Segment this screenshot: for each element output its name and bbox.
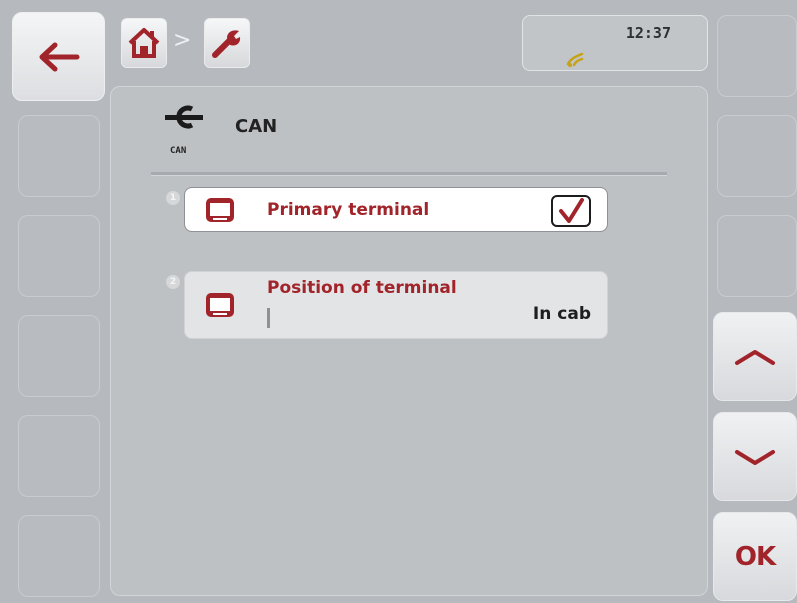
softkey-left-4[interactable] [18,315,100,397]
home-icon [128,28,160,58]
can-icon-caption: CAN [170,146,187,156]
row-index: 1 [166,191,180,205]
row-label: Primary terminal [267,200,430,220]
row-label: Position of terminal [267,278,457,298]
divider [151,172,667,176]
terminal-icon [206,293,234,317]
scroll-down-button[interactable] [713,412,797,501]
breadcrumb-home[interactable] [121,18,167,68]
scroll-up-button[interactable] [713,312,797,401]
list-item-primary-terminal[interactable]: Primary terminal [184,187,608,232]
wrench-icon [212,30,241,58]
ok-label: OK [734,541,776,572]
clock: 12:37 [625,24,671,42]
row-value: In cab [532,304,591,324]
back-button[interactable] [12,12,105,101]
softkey-right-2[interactable] [717,115,797,197]
row-index: 2 [166,275,180,289]
main-panel: CAN CAN 1 Primary terminal 2 Position of… [110,86,708,596]
list-item-terminal-position[interactable]: Position of terminal In cab [184,271,608,339]
breadcrumb-separator: > [173,28,192,53]
ok-button[interactable]: OK [713,512,797,601]
softkey-right-1[interactable] [717,15,797,97]
softkey-left-3[interactable] [18,215,100,297]
signal-icon [566,52,584,67]
can-bus-icon [165,105,203,129]
softkey-right-3[interactable] [717,215,797,297]
chevron-down-icon [735,449,775,465]
value-indicator [267,308,270,328]
primary-terminal-checkbox[interactable] [551,195,591,227]
breadcrumb-settings[interactable] [204,18,250,68]
arrow-left-icon [39,42,79,71]
chevron-up-icon [735,349,775,365]
terminal-icon [206,198,234,222]
softkey-left-6[interactable] [18,515,100,597]
page-title: CAN [235,116,278,137]
softkey-left-5[interactable] [18,415,100,497]
status-panel: 12:37 [522,15,708,71]
checkmark-icon [559,198,584,223]
softkey-left-2[interactable] [18,115,100,197]
